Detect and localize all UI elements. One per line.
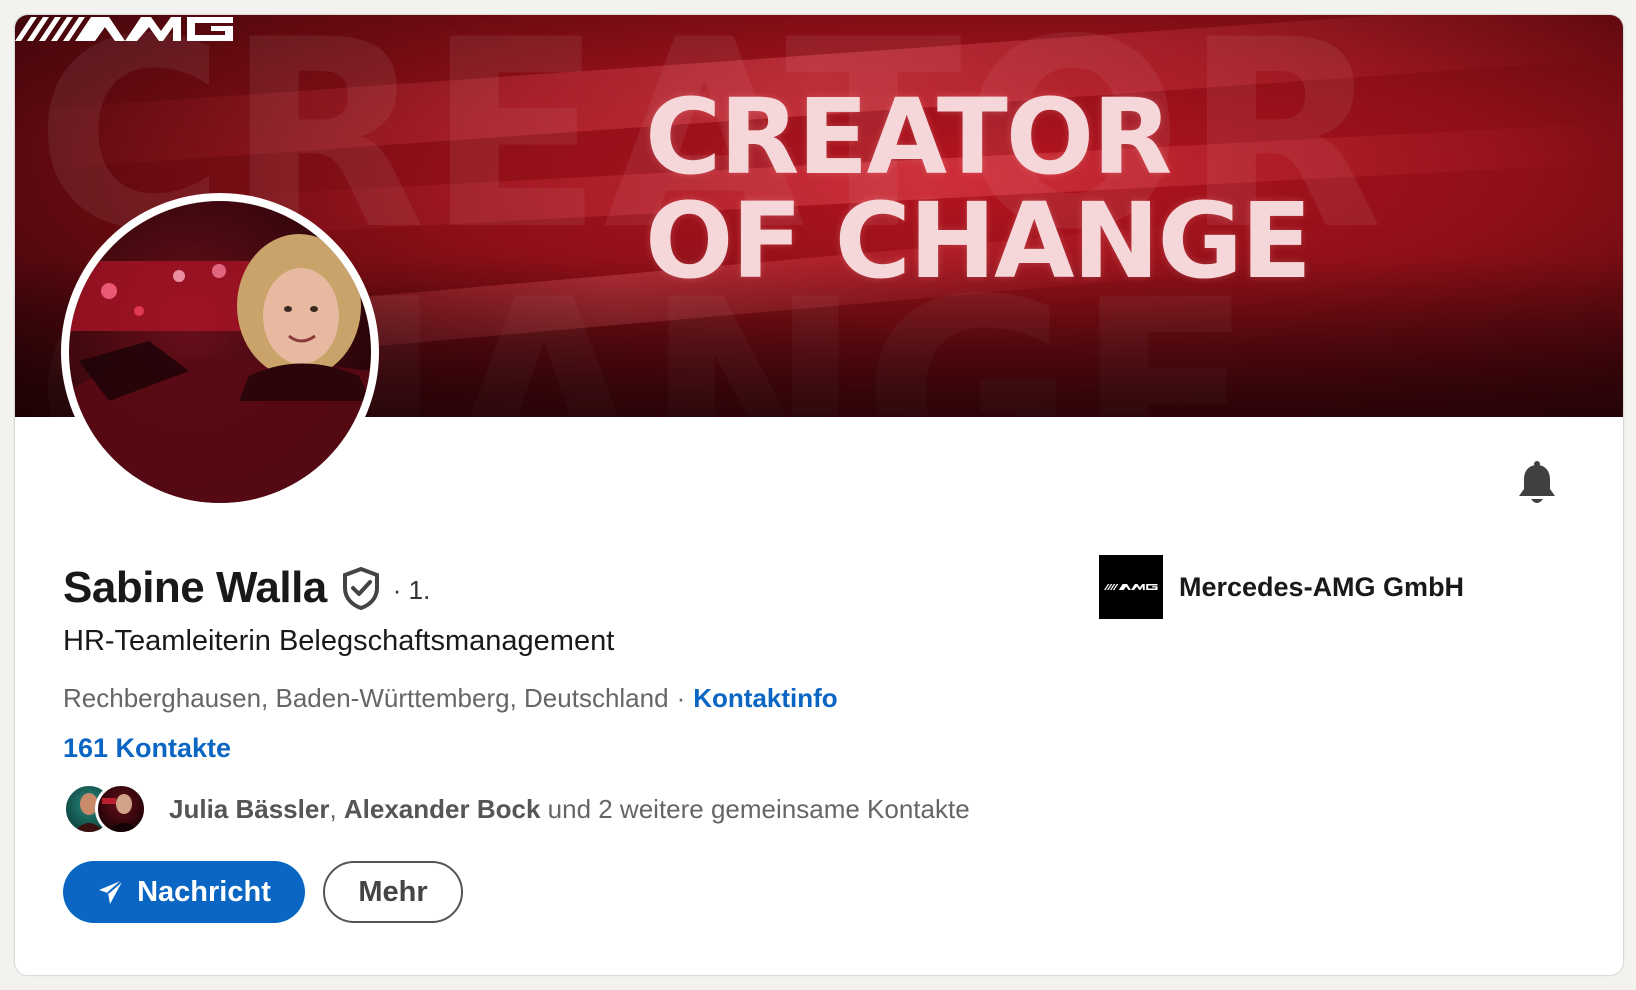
contact-info-link[interactable]: Kontaktinfo [693,683,837,713]
message-button-label: Nachricht [137,875,271,908]
bell-icon[interactable] [1515,461,1559,507]
contacts-count-link[interactable]: 161 Kontakte [63,733,231,764]
more-button[interactable]: Mehr [323,861,463,923]
mutual-connections-text: Julia Bässler, Alexander Bock und 2 weit… [169,794,970,825]
mutual-name-2[interactable]: Alexander Bock [344,794,541,824]
paper-plane-icon [99,879,124,904]
mutual-avatars [63,779,159,839]
banner-headline: CREATOR OF CHANGE [645,76,1312,302]
name-row: Sabine Walla · 1. [63,563,430,613]
profile-card: CREATOR CHANGE CREATOR OF CHANGE [14,14,1624,976]
mutual-avatar-2 [95,783,147,835]
current-company[interactable]: Mercedes-AMG GmbH [1099,555,1464,619]
company-name[interactable]: Mercedes-AMG GmbH [1179,572,1464,603]
mutual-connections[interactable]: Julia Bässler, Alexander Bock und 2 weit… [63,779,970,839]
location-separator: · [676,683,686,713]
mutual-separator: , [329,793,344,824]
profile-photo[interactable] [69,201,371,503]
banner-headline-line1: CREATOR [645,76,1172,198]
more-button-label: Mehr [358,875,428,908]
profile-name: Sabine Walla [63,563,327,612]
company-logo [1099,555,1163,619]
mutual-suffix: und 2 weitere gemeinsame Kontakte [540,793,970,824]
profile-location: Rechberghausen, Baden-Württemberg, Deuts… [63,683,669,713]
banner-headline-line2: OF CHANGE [645,180,1312,302]
mutual-name-1[interactable]: Julia Bässler [169,794,329,824]
connection-degree: · 1. [392,574,431,605]
amg-logo [15,17,233,41]
message-button[interactable]: Nachricht [63,861,305,923]
profile-photo-frame[interactable] [61,193,379,511]
profile-headline: HR-Teamleiterin Belegschaftsmanagement [63,625,615,657]
profile-actions: Nachricht Mehr [63,861,463,923]
verified-shield-icon[interactable] [341,566,381,610]
location-row: Rechberghausen, Baden-Württemberg, Deuts… [63,683,838,714]
